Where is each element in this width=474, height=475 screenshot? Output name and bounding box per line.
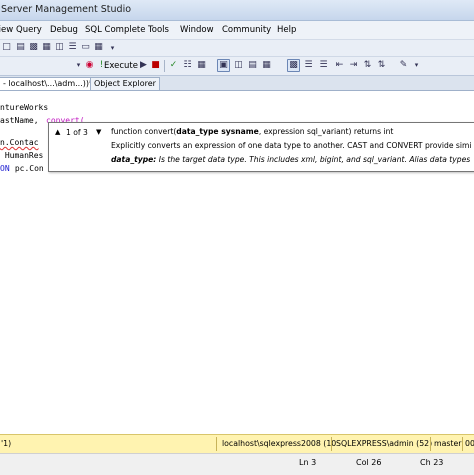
parameter-description: data_type: Is the target data type. This… bbox=[111, 155, 470, 164]
code-keyword: ON bbox=[0, 164, 10, 173]
title-bar: Server Management Studio bbox=[0, 0, 474, 21]
parameter-name: data_type: bbox=[111, 155, 157, 164]
overload-counter: 1 of 3 bbox=[66, 128, 88, 137]
cancel-query-icon[interactable]: ■ bbox=[150, 60, 161, 71]
status-divider bbox=[462, 437, 463, 451]
function-description: Explicitly converts an expression of one… bbox=[111, 141, 472, 150]
signature-line: function convert(data_type sysname, expr… bbox=[111, 127, 393, 136]
status-message: '1) bbox=[1, 439, 12, 448]
tab-object-explorer[interactable]: Object Explorer bbox=[90, 77, 160, 90]
comment-icon[interactable]: ☰ bbox=[303, 60, 314, 71]
code-line: astName, bbox=[0, 116, 39, 125]
uncomment-icon[interactable]: ☰ bbox=[318, 60, 329, 71]
sort-icon[interactable]: ⇅ bbox=[376, 60, 387, 71]
window-title: Server Management Studio bbox=[1, 4, 132, 15]
menu-view[interactable]: View bbox=[0, 25, 13, 35]
decrease-indent-icon[interactable]: ⇤ bbox=[334, 60, 345, 71]
signature-tooltip: ▲ 1 of 3 ▼ function convert(data_type sy… bbox=[48, 122, 474, 172]
open-icon[interactable]: ▤ bbox=[15, 42, 26, 53]
code-line: n.Contac bbox=[0, 138, 39, 147]
status-divider bbox=[331, 437, 332, 451]
database-dropdown-icon[interactable]: ▾ bbox=[73, 60, 84, 71]
results-icon[interactable]: ▭ bbox=[80, 42, 91, 53]
document-tabs: - localhost\...\adm...))* Object Explore… bbox=[0, 76, 474, 91]
menu-window[interactable]: Window bbox=[180, 25, 214, 35]
include-plan-icon[interactable]: ▣ bbox=[217, 59, 230, 72]
standard-toolbar: □ ▤ ▩ ▦ ◫ ☰ ▭ ▦ ▾ bbox=[0, 40, 474, 57]
format-icon[interactable]: ✎ bbox=[398, 60, 409, 71]
database-icon[interactable]: ◫ bbox=[54, 42, 65, 53]
client-stats-icon[interactable]: ◫ bbox=[233, 60, 244, 71]
toolbar-separator bbox=[164, 60, 165, 72]
display-plan-icon[interactable]: ☷ bbox=[182, 60, 193, 71]
signature-current-param: data_type sysname bbox=[176, 127, 259, 136]
menu-bar: View Query Debug SQL Complete Tools Wind… bbox=[0, 21, 474, 40]
query-toolbar: ▾ ◉ ! Execute ▶ ■ ✓ ☷ ▦ ▣ ◫ ▤ ▦ ▩ ☰ ☰ ⇤ … bbox=[0, 57, 474, 76]
column-number: Col 26 bbox=[356, 458, 382, 467]
new-query-icon[interactable]: ▦ bbox=[41, 42, 52, 53]
code-line: pc.Con bbox=[10, 164, 44, 173]
menu-community[interactable]: Community bbox=[222, 25, 271, 35]
next-overload-icon[interactable]: ▼ bbox=[96, 128, 101, 136]
debug-run-icon[interactable]: ▶ bbox=[138, 60, 149, 71]
menu-tools[interactable]: Tools bbox=[148, 25, 169, 35]
parse-icon[interactable]: ✓ bbox=[168, 60, 179, 71]
status-user: SQLEXPRESS\admin (52) bbox=[336, 439, 433, 448]
new-file-icon[interactable]: □ bbox=[1, 42, 12, 53]
toolbar-overflow-icon-2[interactable]: ▾ bbox=[411, 60, 422, 71]
menu-query[interactable]: Query bbox=[16, 25, 42, 35]
code-line: HumanRes bbox=[0, 151, 44, 160]
signature-suffix: , expression sql_variant) returns int bbox=[258, 127, 394, 136]
results-grid-icon[interactable]: ▦ bbox=[261, 60, 272, 71]
grid-icon[interactable]: ▦ bbox=[93, 42, 104, 53]
toolbar-overflow-icon[interactable]: ▾ bbox=[107, 43, 118, 54]
menu-sql-complete[interactable]: SQL Complete bbox=[85, 25, 146, 35]
status-divider bbox=[216, 437, 217, 451]
character-number: Ch 23 bbox=[420, 458, 444, 467]
execute-button[interactable]: Execute bbox=[104, 61, 138, 71]
tab-query[interactable]: - localhost\...\adm...))* bbox=[0, 77, 98, 90]
menu-help[interactable]: Help bbox=[277, 25, 296, 35]
code-line: ntureWorks bbox=[0, 103, 49, 112]
save-icon[interactable]: ▩ bbox=[28, 42, 39, 53]
signature-prefix: function convert( bbox=[111, 127, 177, 136]
debug-icon[interactable]: ◉ bbox=[84, 60, 95, 71]
line-number: Ln 3 bbox=[299, 458, 317, 467]
status-divider bbox=[430, 437, 431, 451]
previous-overload-icon[interactable]: ▲ bbox=[55, 128, 60, 136]
status-database: master bbox=[434, 439, 462, 448]
status-elapsed-time: 00:00 bbox=[465, 439, 474, 448]
increase-indent-icon[interactable]: ⇥ bbox=[348, 60, 359, 71]
menu-debug[interactable]: Debug bbox=[50, 25, 78, 35]
query-status-bar: '1) localhost\sqlexpress2008 (10 SQLEXPR… bbox=[0, 434, 474, 453]
report-icon[interactable]: ☰ bbox=[67, 42, 78, 53]
query-designer-icon[interactable]: ▦ bbox=[196, 60, 207, 71]
parameter-text: Is the target data type. This includes x… bbox=[156, 155, 471, 164]
results-file-icon[interactable]: ▩ bbox=[287, 59, 300, 72]
status-server: localhost\sqlexpress2008 (10 bbox=[222, 439, 337, 448]
editor-status-bar: Ln 3 Col 26 Ch 23 bbox=[0, 453, 474, 475]
results-text-icon[interactable]: ▤ bbox=[247, 60, 258, 71]
specify-values-icon[interactable]: ⇅ bbox=[362, 60, 373, 71]
